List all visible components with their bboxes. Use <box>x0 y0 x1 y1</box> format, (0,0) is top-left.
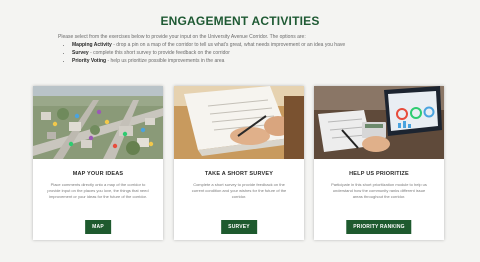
option-title: Survey <box>72 50 89 56</box>
card-take-survey: TAKE A SHORT SURVEY Complete a short sur… <box>174 86 304 240</box>
map-button[interactable]: MAP <box>85 220 111 234</box>
option-item-priority: Priority Voting - help us prioritize pos… <box>72 57 448 65</box>
option-desc: - help us prioritize possible improvemen… <box>106 58 225 64</box>
option-title: Priority Voting <box>72 58 107 64</box>
card-title: MAP YOUR IDEAS <box>72 171 124 177</box>
card-help-prioritize: HELP US PRIORITIZE Participate in this s… <box>314 86 444 240</box>
card-map-your-ideas: MAP YOUR IDEAS Place comments directly o… <box>33 86 163 240</box>
priority-ranking-button[interactable]: PRIORITY RANKING <box>346 220 412 234</box>
survey-photo-image <box>174 86 304 159</box>
card-description: Complete a short survey to provide feedb… <box>191 182 287 199</box>
option-item-survey: Survey - complete this short survey to p… <box>72 49 448 57</box>
option-desc: - drop a pin on a map of the corridor to… <box>111 42 346 48</box>
intro-section: Please select from the exercises below t… <box>58 33 448 65</box>
page-title: ENGAGEMENT ACTIVITIES <box>160 14 320 28</box>
analytics-photo-image <box>314 86 444 159</box>
card-title: HELP US PRIORITIZE <box>349 171 409 177</box>
card-title: TAKE A SHORT SURVEY <box>204 171 274 177</box>
option-title: Mapping Activity <box>72 42 112 48</box>
card-description: Place comments directly onto a map of th… <box>47 182 149 199</box>
aerial-map-image <box>33 86 163 159</box>
option-desc: - complete this short survey to provide … <box>88 50 230 56</box>
survey-button[interactable]: SURVEY <box>221 220 257 234</box>
intro-text: Please select from the exercises below t… <box>58 34 306 40</box>
card-description: Participate in this short prioritization… <box>331 182 427 199</box>
option-item-mapping: Mapping Activity - drop a pin on a map o… <box>72 41 448 49</box>
options-list: Mapping Activity - drop a pin on a map o… <box>58 41 448 65</box>
